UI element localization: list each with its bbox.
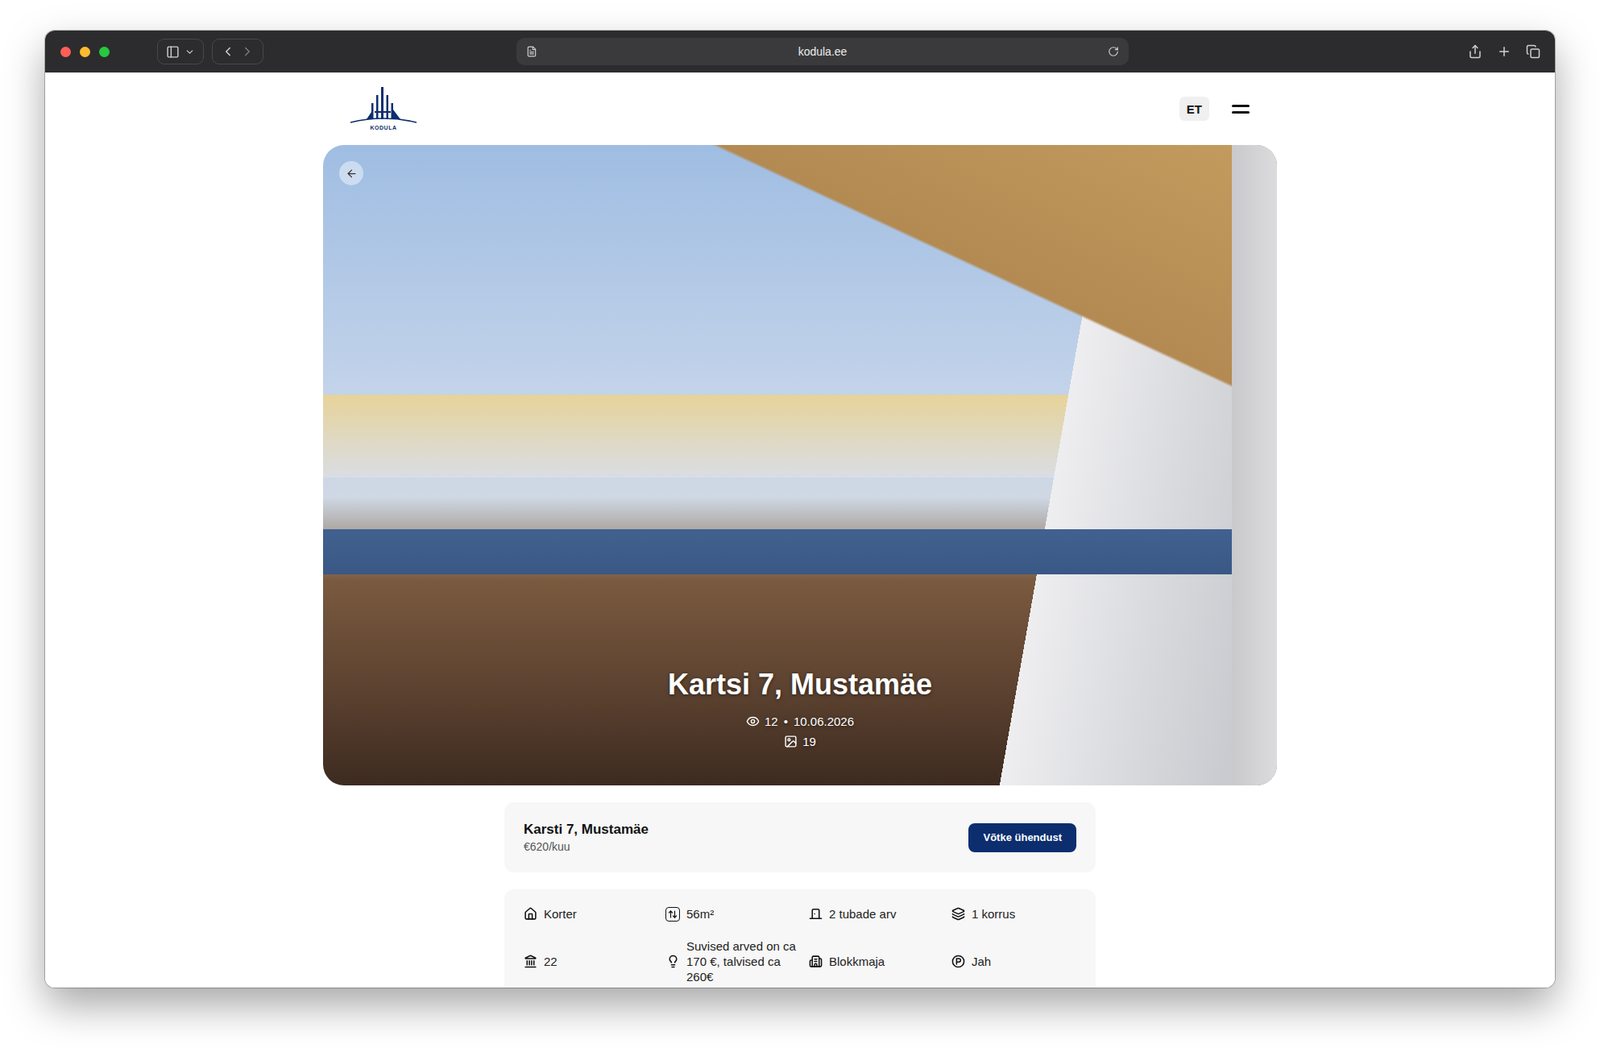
detail-icon-box	[665, 907, 680, 922]
detail-item: Jah	[950, 953, 1094, 970]
house-icon	[523, 907, 538, 921]
sidebar-icon	[165, 45, 180, 59]
detail-text: 1 korrus	[971, 906, 1016, 922]
detail-icon-box	[522, 954, 538, 970]
url-text: kodula.ee	[537, 45, 1108, 59]
layers-icon	[951, 907, 966, 921]
detail-text: 2 tubade arv	[829, 906, 896, 922]
detail-text: Suvised arved on ca 170 €, talvised ca 2…	[686, 938, 796, 985]
photo-count-row: 19	[783, 734, 817, 749]
chevron-down-icon	[184, 46, 195, 58]
browser-tools	[1467, 44, 1541, 59]
menu-button[interactable]	[1231, 104, 1252, 114]
detail-icon-box	[950, 954, 966, 970]
hero-overlay: Kartsi 7, Mustamäe 12 • 10.06.2026 19	[323, 635, 1277, 786]
building-columns-icon	[523, 954, 538, 969]
logo[interactable]: KODULA	[348, 87, 419, 131]
hero-title: Kartsi 7, Mustamäe	[667, 667, 933, 702]
eye-icon	[746, 714, 760, 729]
detail-item: 1 korrus	[950, 906, 1094, 922]
detail-item: 56m²	[665, 906, 809, 922]
logo-icon	[348, 87, 419, 128]
apartment-block-icon	[808, 954, 823, 969]
new-tab-icon[interactable]	[1496, 44, 1512, 59]
door-icon	[808, 907, 823, 921]
detail-text: Korter	[543, 906, 577, 922]
photo-count: 19	[783, 734, 817, 749]
detail-text: 56m²	[686, 906, 714, 922]
listing-price: €620/kuu	[523, 840, 649, 854]
back-icon[interactable]	[220, 44, 236, 59]
hero-meta: 12 • 10.06.2026	[746, 714, 854, 729]
summary-card: Karsti 7, Mustamäe €620/kuu Võtke ühendust	[504, 802, 1096, 873]
detail-text: Blokkmaja	[829, 953, 885, 970]
sidebar-toggle[interactable]	[157, 38, 204, 65]
parking-icon	[951, 954, 966, 969]
detail-item: Blokkmaja	[808, 953, 951, 970]
browser-window: kodula.ee KODULA ET Kartsi 7, Mustamäe 12 • 10…	[45, 30, 1555, 988]
image-icon	[783, 734, 798, 749]
arrow-left-icon	[345, 167, 358, 180]
navigation-buttons[interactable]	[211, 38, 264, 65]
traffic-lights	[60, 46, 158, 58]
site-header: KODULA ET	[348, 72, 1252, 146]
share-icon[interactable]	[1467, 44, 1483, 59]
forward-icon[interactable]	[240, 44, 255, 59]
separator: •	[783, 714, 788, 729]
page-content: KODULAETKartsi 7, Mustamäe12•10.06.20261…	[45, 72, 1555, 988]
listing-date: 10.06.2026	[793, 714, 854, 729]
area-icon	[667, 909, 678, 920]
language-button[interactable]: ET	[1179, 96, 1210, 121]
summary-text: Karsti 7, Mustamäe €620/kuu	[523, 821, 649, 854]
lightbulb-icon	[666, 954, 680, 969]
detail-icon-box	[665, 954, 680, 970]
page-icon	[526, 45, 538, 58]
detail-item: Suvised arved on ca 170 €, talvised ca 2…	[665, 938, 809, 985]
detail-icon-box	[522, 907, 538, 922]
minimize-button[interactable]	[79, 46, 91, 58]
detail-icon-box	[808, 954, 823, 970]
details-card: Korter 56m² 2 tubade arv 1 korrus 22 Suvised …	[504, 889, 1096, 988]
views-count: 12	[746, 714, 779, 729]
listing-title: Karsti 7, Mustamäe	[523, 821, 649, 838]
contact-button[interactable]: Võtke ühendust	[968, 823, 1077, 853]
hero-gallery[interactable]: Kartsi 7, Mustamäe 12 • 10.06.2026 19	[323, 145, 1277, 786]
title-bar: kodula.ee	[45, 30, 1555, 73]
detail-icon-box	[950, 907, 966, 922]
detail-text: Jah	[971, 953, 991, 970]
back-button[interactable]	[339, 161, 364, 186]
menu-line	[1231, 111, 1250, 114]
close-button[interactable]	[60, 46, 71, 58]
reload-icon[interactable]	[1107, 45, 1120, 58]
logo-text: KODULA	[370, 124, 398, 131]
desktop: kodula.ee KODULA ET Kartsi 7, Mustamäe 12 • 10…	[0, 0, 1600, 1048]
address-bar[interactable]: kodula.ee	[516, 37, 1129, 66]
tabs-overview-icon[interactable]	[1525, 44, 1541, 59]
detail-item: 2 tubade arv	[808, 906, 951, 922]
detail-icon-box	[808, 907, 823, 922]
detail-text: 22	[543, 953, 558, 970]
detail-item: Korter	[522, 906, 666, 922]
zoom-button[interactable]	[99, 46, 110, 58]
detail-item: 22	[522, 953, 666, 970]
header-actions: ET	[1179, 96, 1252, 121]
menu-line	[1231, 104, 1250, 108]
page: KODULAETKartsi 7, Mustamäe12•10.06.20261…	[45, 72, 1555, 988]
